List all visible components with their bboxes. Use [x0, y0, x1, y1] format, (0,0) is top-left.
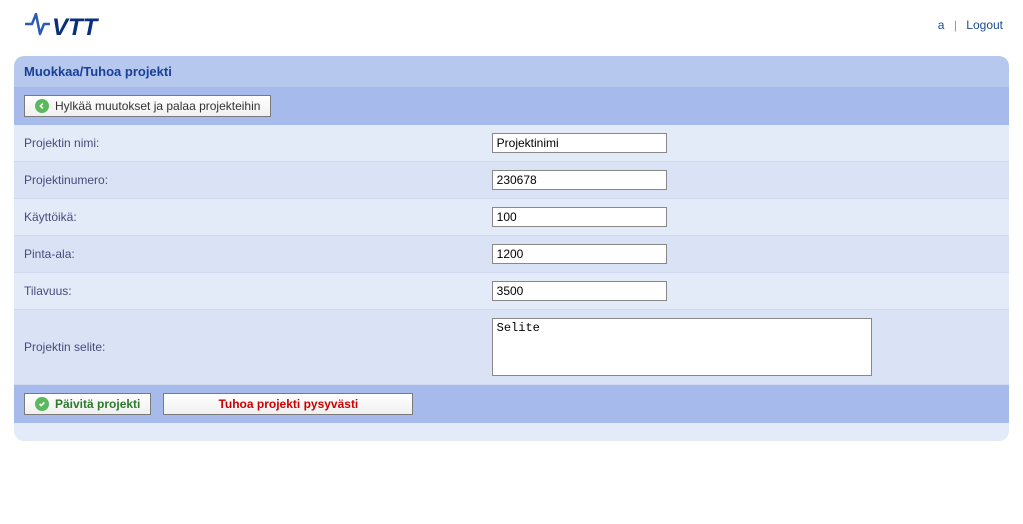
destroy-project-button[interactable]: Tuhoa projekti pysyvästi [163, 393, 413, 415]
input-volume[interactable] [492, 281, 667, 301]
separator: | [954, 18, 957, 32]
user-link[interactable]: a [938, 18, 945, 32]
panel-footer: Päivitä projekti Tuhoa projekti pysyväst… [14, 385, 1009, 423]
row-project-name: Projektin nimi: [14, 125, 1009, 162]
back-arrow-icon [35, 99, 49, 113]
svg-text:VTT: VTT [52, 14, 100, 41]
update-button-label: Päivitä projekti [55, 397, 140, 411]
label-description: Projektin selite: [14, 310, 482, 385]
row-volume: Tilavuus: [14, 273, 1009, 310]
panel-title: Muokkaa/Tuhoa projekti [14, 56, 1009, 87]
input-description[interactable] [492, 318, 872, 376]
check-icon [35, 397, 49, 411]
row-project-number: Projektinumero: [14, 162, 1009, 199]
logout-link[interactable]: Logout [966, 18, 1003, 32]
input-project-number[interactable] [492, 170, 667, 190]
label-project-number: Projektinumero: [14, 162, 482, 199]
project-edit-panel: Muokkaa/Tuhoa projekti Hylkää muutokset … [14, 56, 1009, 441]
update-project-button[interactable]: Päivitä projekti [24, 393, 151, 415]
vtt-logo: VTT [24, 8, 112, 42]
label-volume: Tilavuus: [14, 273, 482, 310]
discard-button-label: Hylkää muutokset ja palaa projekteihin [55, 99, 260, 113]
panel-toolbar: Hylkää muutokset ja palaa projekteihin [14, 87, 1009, 125]
project-form: Projektin nimi: Projektinumero: Käyttöik… [14, 125, 1009, 385]
row-area: Pinta-ala: [14, 236, 1009, 273]
label-project-name: Projektin nimi: [14, 125, 482, 162]
header-user-area: a | Logout [938, 18, 1003, 32]
row-description: Projektin selite: [14, 310, 1009, 385]
label-area: Pinta-ala: [14, 236, 482, 273]
input-project-name[interactable] [492, 133, 667, 153]
input-lifespan[interactable] [492, 207, 667, 227]
app-header: VTT a | Logout [0, 0, 1023, 56]
label-lifespan: Käyttöikä: [14, 199, 482, 236]
input-area[interactable] [492, 244, 667, 264]
discard-changes-button[interactable]: Hylkää muutokset ja palaa projekteihin [24, 95, 271, 117]
row-lifespan: Käyttöikä: [14, 199, 1009, 236]
destroy-button-label: Tuhoa projekti pysyvästi [218, 397, 358, 411]
